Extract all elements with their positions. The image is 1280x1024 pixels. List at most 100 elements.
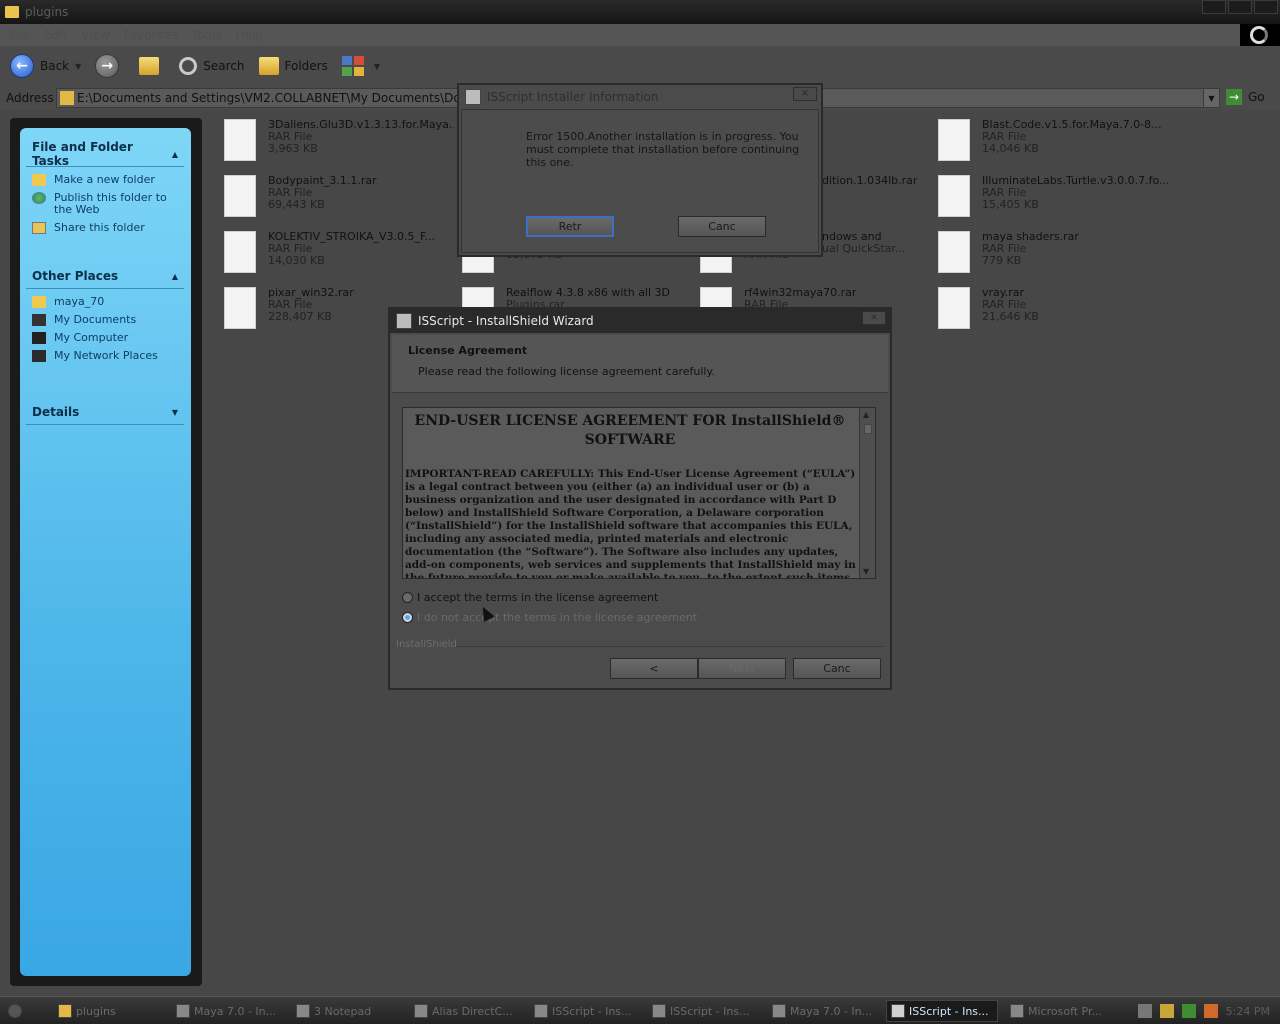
start-button[interactable] bbox=[4, 1000, 44, 1022]
menu-view[interactable]: View bbox=[81, 28, 109, 42]
menu-tools[interactable]: Tools bbox=[192, 28, 222, 42]
file-item[interactable]: IlluminateLabs.Turtle.v3.0.0.7.fo... RAR … bbox=[938, 175, 1168, 217]
up-folder-button[interactable] bbox=[139, 57, 165, 75]
cancel-button[interactable]: Canc bbox=[678, 216, 766, 237]
dialog-body: Error 1500.Another installation is in pr… bbox=[461, 109, 819, 253]
radio-button[interactable] bbox=[402, 612, 413, 623]
taskbar-item[interactable]: ISScript - Ins... bbox=[648, 1000, 762, 1022]
rar-file-icon bbox=[938, 231, 970, 273]
error-message: Error 1500.Another installation is in pr… bbox=[526, 130, 800, 169]
keyboard-icon[interactable] bbox=[1137, 1004, 1152, 1018]
item-label: My Network Places bbox=[54, 349, 158, 362]
go-button[interactable]: → Go bbox=[1226, 89, 1265, 105]
dialog-title: ISScript Installer Information bbox=[487, 90, 659, 104]
publish-to-web-link[interactable]: Publish this folder to the Web bbox=[26, 189, 184, 219]
maximize-button[interactable] bbox=[1228, 0, 1252, 14]
retry-button[interactable]: Retr bbox=[526, 216, 614, 237]
windows-logo bbox=[1240, 24, 1280, 46]
clock[interactable]: 5:24 PM bbox=[1226, 1005, 1270, 1018]
file-item[interactable]: 3Daliens.Glu3D.v1.3.13.for.Maya... RAR Fi… bbox=[224, 119, 454, 161]
chevron-down-icon[interactable]: ▼ bbox=[172, 408, 178, 417]
section-header[interactable]: Details ▼ bbox=[26, 402, 184, 422]
cancel-button[interactable]: Canc bbox=[793, 658, 881, 679]
computer-icon bbox=[32, 332, 46, 344]
taskbar-label: ISScript - Ins... bbox=[552, 1004, 632, 1018]
license-text-box[interactable]: END-USER LICENSE AGREEMENT FOR InstallSh… bbox=[402, 407, 876, 579]
installer-icon bbox=[465, 89, 481, 105]
file-item[interactable]: maya shaders.rar RAR File 779 KB bbox=[938, 231, 1168, 273]
decline-label: I do not accept the terms in the license… bbox=[417, 611, 698, 624]
search-icon[interactable] bbox=[1203, 1004, 1218, 1018]
file-item[interactable]: Blast.Code.v1.5.for.Maya.7.0-8... RAR Fil… bbox=[938, 119, 1168, 161]
file-item[interactable]: KOLEKTIV_STROIKA_V3.0.5_F... RAR File 14,0… bbox=[224, 231, 454, 273]
share-folder-link[interactable]: Share this folder bbox=[26, 219, 184, 237]
views-icon bbox=[341, 56, 364, 76]
place-my-documents-link[interactable]: My Documents bbox=[26, 311, 184, 329]
file-item[interactable]: vray.rar RAR File 21,646 KB bbox=[938, 287, 1168, 329]
minimize-button[interactable] bbox=[1202, 0, 1226, 14]
app-icon bbox=[176, 1004, 190, 1018]
chevron-up-icon[interactable]: ▲ bbox=[172, 272, 178, 281]
taskbar-item[interactable]: plugins bbox=[54, 1000, 166, 1022]
search-button[interactable]: Search bbox=[179, 57, 245, 75]
place-my-computer-link[interactable]: My Computer bbox=[26, 329, 184, 347]
folder-icon bbox=[58, 1004, 72, 1018]
menu-file[interactable]: File bbox=[10, 28, 30, 42]
folders-button[interactable]: Folders bbox=[258, 57, 328, 75]
radio-button[interactable] bbox=[402, 592, 413, 603]
file-type: ual QuickStar... bbox=[822, 242, 906, 255]
section-title: File and Folder Tasks bbox=[32, 140, 133, 168]
scroll-thumb[interactable] bbox=[864, 424, 872, 434]
menu-edit[interactable]: Edit bbox=[44, 28, 67, 42]
chevron-up-icon[interactable]: ▲ bbox=[172, 150, 178, 159]
taskbar-label: plugins bbox=[76, 1004, 116, 1018]
chevron-down-icon[interactable]: ▼ bbox=[75, 62, 81, 71]
rar-file-icon bbox=[224, 175, 256, 217]
taskbar: plugins Maya 7.0 - In... 3 Notepad Alias… bbox=[0, 996, 1280, 1024]
section-header[interactable]: File and Folder Tasks ▲ bbox=[26, 140, 184, 168]
menu-help[interactable]: Help bbox=[236, 28, 263, 42]
taskbar-item[interactable]: Microsoft Pr... bbox=[1006, 1000, 1118, 1022]
taskbar-item-active[interactable]: ISScript - Ins... bbox=[886, 1000, 998, 1022]
next-button[interactable]: Next bbox=[698, 658, 786, 679]
item-label: Publish this folder to the Web bbox=[54, 191, 167, 216]
section-header[interactable]: Other Places ▲ bbox=[26, 266, 184, 286]
forward-button[interactable]: → bbox=[95, 54, 125, 78]
dialog-titlebar: ISScript - InstallShield Wizard bbox=[390, 309, 890, 333]
accept-label: I accept the terms in the license agreem… bbox=[417, 591, 659, 604]
scroll-down-icon[interactable]: ▼ bbox=[863, 567, 869, 576]
back-button[interactable]: < bbox=[610, 658, 698, 679]
taskbar-item[interactable]: Maya 7.0 - In... bbox=[172, 1000, 286, 1022]
taskbar-item[interactable]: Maya 7.0 - In... bbox=[768, 1000, 880, 1022]
close-button[interactable] bbox=[1254, 0, 1278, 14]
menu-favorites[interactable]: Favorites bbox=[124, 28, 178, 42]
decline-radio[interactable]: I do not accept the terms in the license… bbox=[402, 611, 697, 624]
taskbar-item[interactable]: ISScript - Ins... bbox=[530, 1000, 644, 1022]
file-item[interactable]: dition.1.034lb.rar bbox=[822, 175, 932, 187]
close-button[interactable]: ✕ bbox=[793, 87, 817, 101]
scroll-up-icon[interactable]: ▲ bbox=[863, 410, 869, 419]
taskbar-item[interactable]: 3 Notepad bbox=[292, 1000, 406, 1022]
shield-icon[interactable] bbox=[1159, 1004, 1174, 1018]
folder-icon bbox=[5, 6, 19, 18]
accept-radio[interactable]: I accept the terms in the license agreem… bbox=[402, 591, 658, 604]
divider bbox=[456, 646, 884, 647]
installer-icon bbox=[652, 1004, 666, 1018]
network-icon[interactable] bbox=[1181, 1004, 1196, 1018]
chevron-down-icon[interactable]: ▼ bbox=[1203, 89, 1219, 107]
views-button[interactable]: ▼ bbox=[341, 56, 380, 76]
make-new-folder-link[interactable]: Make a new folder bbox=[26, 171, 184, 189]
taskbar-item[interactable]: Alias DirectC... bbox=[410, 1000, 524, 1022]
file-item[interactable]: ndows and ual QuickStar... bbox=[822, 231, 932, 255]
file-item[interactable]: Bodypaint_3.1.1.rar RAR File 69,443 KB bbox=[224, 175, 454, 217]
installer-icon bbox=[396, 313, 412, 329]
up-folder-icon bbox=[139, 57, 160, 75]
close-button[interactable]: ✕ bbox=[862, 311, 886, 325]
search-icon bbox=[179, 57, 198, 75]
place-maya70-link[interactable]: maya_70 bbox=[26, 293, 184, 311]
my-documents-icon bbox=[32, 314, 46, 326]
place-network-link[interactable]: My Network Places bbox=[26, 347, 184, 365]
back-button[interactable]: ← Back ▼ bbox=[10, 54, 81, 78]
vertical-scrollbar[interactable]: ▲ ▼ bbox=[859, 408, 875, 578]
new-folder-icon bbox=[32, 174, 46, 186]
